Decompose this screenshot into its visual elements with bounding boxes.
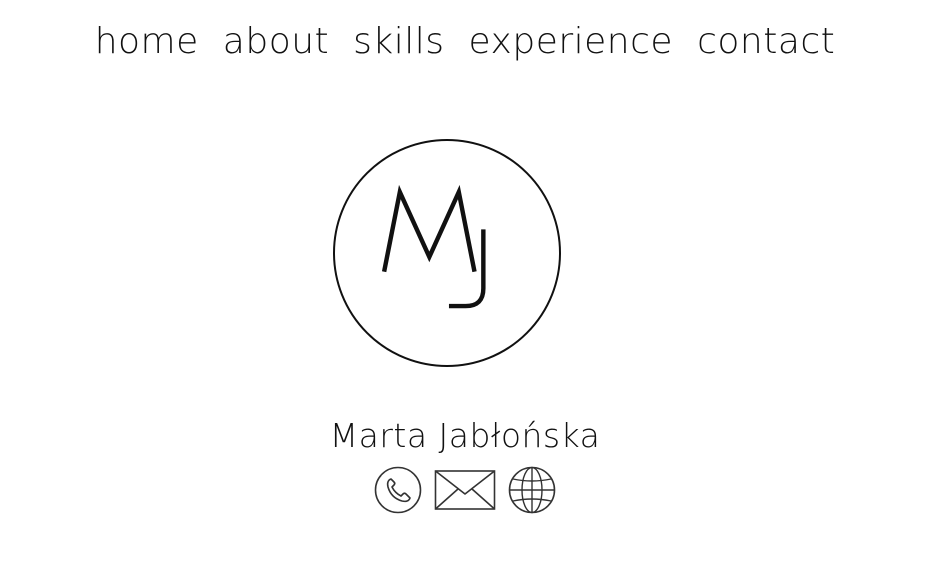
nav-link-home[interactable]: home xyxy=(95,20,199,63)
monogram-logo xyxy=(333,139,561,367)
globe-icon[interactable] xyxy=(508,466,556,514)
nav-link-contact[interactable]: contact xyxy=(697,20,835,63)
monogram-mj-graphic xyxy=(381,184,486,309)
phone-icon[interactable] xyxy=(374,466,422,514)
main-nav: home about skills experience contact xyxy=(0,20,930,63)
nav-link-skills[interactable]: skills xyxy=(353,20,444,63)
mail-icon[interactable] xyxy=(434,468,496,512)
contact-icons xyxy=(0,466,930,514)
nav-link-about[interactable]: about xyxy=(223,20,329,63)
profile-name: Marta Jabłońska xyxy=(329,416,601,455)
nav-link-experience[interactable]: experience xyxy=(469,20,674,63)
